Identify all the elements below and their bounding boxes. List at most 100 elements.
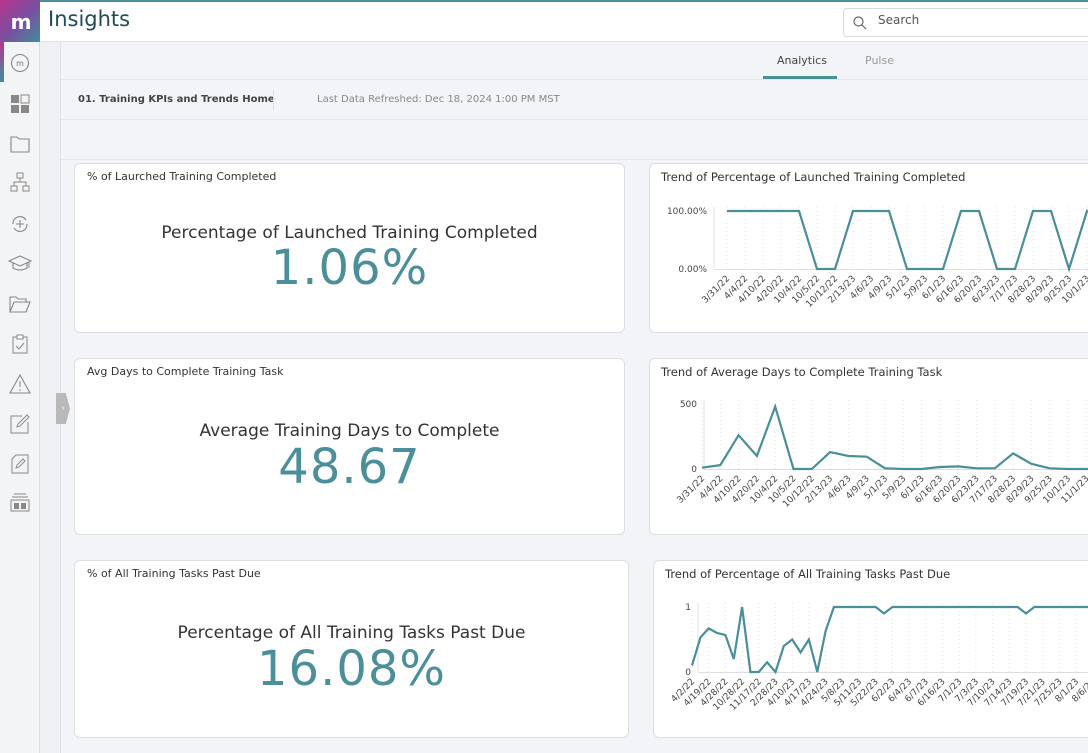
data-point[interactable] [798, 650, 804, 656]
data-point[interactable] [1084, 208, 1088, 214]
data-point[interactable] [839, 604, 845, 610]
data-point[interactable] [714, 630, 720, 636]
sidebar-item-folder[interactable] [8, 132, 32, 156]
sidebar-item-alerts[interactable] [8, 372, 32, 396]
data-point[interactable] [806, 637, 812, 643]
sidebar-item-home[interactable]: m [8, 51, 32, 75]
data-point[interactable] [1015, 604, 1021, 610]
sidebar-item-dashboards[interactable] [8, 92, 32, 116]
data-point[interactable] [965, 604, 971, 610]
trend-card-avg-days[interactable]: Trend of Average Days to Complete Traini… [649, 358, 1088, 535]
kpi-card-past-due[interactable]: % of All Training Tasks Past Due Percent… [74, 560, 629, 738]
data-point[interactable] [1040, 604, 1046, 610]
data-point[interactable] [992, 465, 998, 471]
data-point[interactable] [1030, 208, 1036, 214]
kpi-card-launched-completed[interactable]: % of Laurched Training Completed Percent… [74, 163, 625, 333]
data-point[interactable] [760, 208, 766, 214]
data-point[interactable] [940, 266, 946, 272]
data-point[interactable] [1048, 604, 1054, 610]
data-point[interactable] [914, 604, 920, 610]
expand-panel-button[interactable]: › [56, 393, 70, 424]
data-point[interactable] [827, 449, 833, 455]
data-point[interactable] [919, 466, 925, 472]
data-point[interactable] [904, 266, 910, 272]
sidebar-item-org-chart[interactable] [8, 170, 32, 194]
sidebar-item-open-folder[interactable] [8, 292, 32, 316]
dashboard-name[interactable]: 01. Training KPIs and Trends Home [78, 94, 275, 105]
trend-card-launched-completed[interactable]: Trend of Percentage of Launched Training… [649, 163, 1088, 333]
data-point[interactable] [809, 466, 815, 472]
data-point[interactable] [948, 604, 954, 610]
series-line[interactable] [690, 605, 1088, 675]
data-point[interactable] [764, 659, 770, 665]
data-point[interactable] [773, 669, 779, 675]
data-point[interactable] [994, 266, 1000, 272]
data-point[interactable] [1028, 461, 1034, 467]
trend-chart-past-due[interactable]: 104/2/224/19/224/28/2210/28/2211/17/222/… [654, 561, 1088, 738]
app-logo[interactable]: m [0, 0, 40, 43]
data-point[interactable] [1065, 604, 1071, 610]
data-point[interactable] [699, 465, 705, 471]
data-point[interactable] [796, 208, 802, 214]
data-point[interactable] [706, 625, 712, 631]
data-point[interactable] [873, 604, 879, 610]
data-point[interactable] [1010, 450, 1016, 456]
data-point[interactable] [791, 466, 797, 472]
data-point[interactable] [850, 208, 856, 214]
data-point[interactable] [906, 604, 912, 610]
data-point[interactable] [990, 604, 996, 610]
data-point[interactable] [789, 637, 795, 643]
data-point[interactable] [973, 604, 979, 610]
tab-analytics[interactable]: Analytics [777, 54, 827, 67]
data-point[interactable] [898, 604, 904, 610]
data-point[interactable] [864, 454, 870, 460]
data-point[interactable] [1012, 266, 1018, 272]
data-point[interactable] [742, 208, 748, 214]
data-point[interactable] [1073, 604, 1079, 610]
data-point[interactable] [881, 611, 887, 617]
data-point[interactable] [900, 466, 906, 472]
tab-pulse[interactable]: Pulse [865, 54, 894, 67]
sidebar-item-tasks[interactable] [8, 332, 32, 356]
data-point[interactable] [689, 663, 695, 669]
data-point[interactable] [974, 465, 980, 471]
data-point[interactable] [814, 669, 820, 675]
data-point[interactable] [1083, 466, 1088, 472]
sidebar-item-sync[interactable] [8, 212, 32, 236]
data-point[interactable] [1006, 604, 1012, 610]
data-point[interactable] [736, 432, 742, 438]
data-point[interactable] [922, 266, 928, 272]
data-point[interactable] [868, 208, 874, 214]
data-point[interactable] [1081, 604, 1087, 610]
data-point[interactable] [814, 266, 820, 272]
data-point[interactable] [722, 632, 728, 638]
data-point[interactable] [1048, 208, 1054, 214]
data-point[interactable] [1066, 266, 1072, 272]
trend-chart-avg-days[interactable]: 50003/31/224/4/224/10/224/20/2210/4/2210… [650, 359, 1088, 535]
data-point[interactable] [937, 464, 943, 470]
data-point[interactable] [823, 628, 829, 634]
sidebar-item-edit[interactable] [8, 412, 32, 436]
data-point[interactable] [848, 604, 854, 610]
data-point[interactable] [976, 208, 982, 214]
data-point[interactable] [778, 208, 784, 214]
data-point[interactable] [724, 208, 730, 214]
data-point[interactable] [958, 208, 964, 214]
data-point[interactable] [697, 635, 703, 641]
data-point[interactable] [923, 604, 929, 610]
data-point[interactable] [998, 604, 1004, 610]
data-point[interactable] [754, 453, 760, 459]
data-point[interactable] [831, 604, 837, 610]
data-point[interactable] [731, 656, 737, 662]
trend-chart-launched-completed[interactable]: 100.00%0.00%3/31/224/4/224/10/224/20/221… [650, 164, 1088, 333]
data-point[interactable] [889, 604, 895, 610]
data-point[interactable] [864, 604, 870, 610]
data-point[interactable] [717, 462, 723, 468]
data-point[interactable] [981, 604, 987, 610]
data-point[interactable] [1023, 611, 1029, 617]
data-point[interactable] [1031, 604, 1037, 610]
data-point[interactable] [756, 669, 762, 675]
data-point[interactable] [1056, 604, 1062, 610]
data-point[interactable] [882, 465, 888, 471]
data-point[interactable] [956, 604, 962, 610]
